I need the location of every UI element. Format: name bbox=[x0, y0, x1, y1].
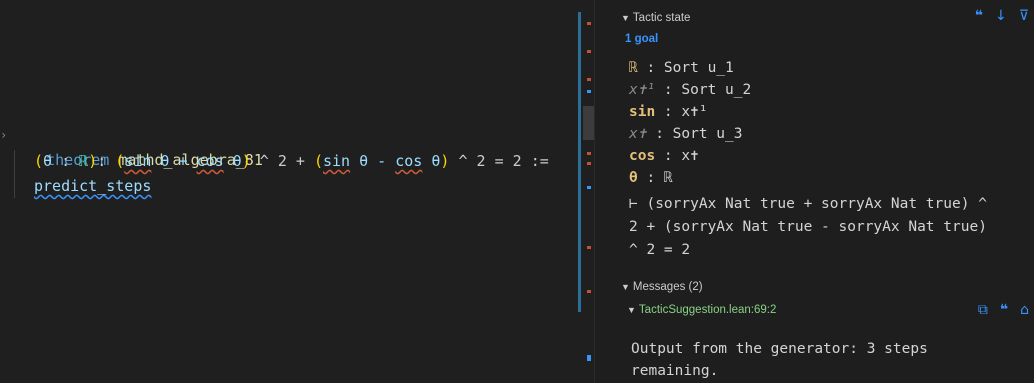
messages-header[interactable]: ▼ Messages (2) bbox=[621, 281, 703, 293]
expr-text: ^ 2 = 2 := bbox=[449, 152, 549, 170]
code-line-tactic[interactable]: predict_steps bbox=[34, 174, 151, 198]
cos-token-error[interactable]: cos bbox=[395, 152, 422, 170]
minimap-error-marker bbox=[587, 22, 591, 25]
minimap[interactable] bbox=[578, 0, 594, 383]
goal-line[interactable]: ⊢ (sorryAx Nat true + sorryAx Nat true) … bbox=[629, 193, 987, 215]
hypothesis-x1[interactable]: x✝¹ : Sort u_2 bbox=[629, 79, 751, 101]
minimap-info-marker bbox=[587, 90, 591, 93]
colon: : bbox=[97, 152, 116, 170]
hyp-name: cos bbox=[629, 148, 656, 164]
minimap-error-marker bbox=[587, 246, 591, 249]
minimap-info-marker bbox=[587, 186, 591, 189]
tactic-state-header[interactable]: ▼ Tactic state bbox=[621, 12, 690, 24]
hyp-type: : ℝ bbox=[637, 170, 673, 186]
hypothesis-cos[interactable]: cos : x✝ bbox=[629, 145, 699, 167]
hyp-type: : x✝ bbox=[655, 148, 699, 164]
code-line-statement[interactable]: (θ : ℝ): (sin θ + cos θ) ^ 2 + (sin θ - … bbox=[34, 149, 549, 173]
hypothesis-x[interactable]: x✝ : Sort u_3 bbox=[629, 123, 743, 145]
tactic-state-toolbar: ❝ ↓ ⊽ bbox=[975, 8, 1029, 24]
sin-token-error[interactable]: sin bbox=[323, 152, 350, 170]
hyp-type: : Sort u_1 bbox=[637, 60, 734, 76]
hyp-name: ℝ bbox=[629, 60, 638, 76]
message-line: Output from the generator: 3 steps bbox=[631, 341, 928, 357]
home-icon[interactable]: ⌂ bbox=[1020, 302, 1029, 318]
messages-label: Messages (2) bbox=[632, 281, 703, 293]
expr-text: θ + bbox=[151, 152, 197, 170]
expr-text: ^ 2 + bbox=[250, 152, 314, 170]
minimap-info-marker bbox=[587, 355, 591, 361]
tactic-state-label: Tactic state bbox=[632, 12, 691, 24]
message-source-link[interactable]: TacticSuggestion.lean:69:2 bbox=[639, 304, 776, 316]
filter-icon[interactable]: ⊽ bbox=[1019, 8, 1029, 24]
goal-count: 1 goal bbox=[625, 33, 659, 45]
real-type: ℝ bbox=[79, 152, 89, 170]
theta-var: θ bbox=[43, 152, 53, 170]
hypothesis-real[interactable]: ℝ : Sort u_1 bbox=[629, 57, 734, 79]
sin-token-error[interactable]: sin bbox=[124, 152, 151, 170]
goal-line[interactable]: 2 + (sorryAx Nat true - sorryAx Nat true… bbox=[629, 216, 987, 238]
minimap-change-bar bbox=[578, 12, 581, 312]
code-editor[interactable]: › theorem mathd_algebra_81 (θ : ℝ): (sin… bbox=[0, 0, 594, 383]
arrow-down-icon[interactable]: ↓ bbox=[995, 8, 1007, 24]
colon: : bbox=[52, 152, 80, 170]
message-line: remaining. bbox=[631, 363, 719, 379]
expr-text: θ bbox=[422, 152, 441, 170]
hyp-type: : Sort u_2 bbox=[655, 82, 752, 98]
message-source-header[interactable]: ▼ TacticSuggestion.lean:69:2 bbox=[627, 304, 776, 316]
code-line-theorem[interactable]: theorem mathd_algebra_81 bbox=[10, 124, 263, 169]
copy-icon[interactable]: ⧉ bbox=[978, 302, 988, 318]
expand-triangle-icon: ▼ bbox=[621, 282, 630, 292]
expr-text: θ - bbox=[350, 152, 396, 170]
expand-triangle-icon: ▼ bbox=[627, 305, 636, 315]
goal-line[interactable]: ^ 2 = 2 bbox=[629, 239, 690, 261]
message-body: Output from the generator: 3 steps remai… bbox=[631, 338, 928, 382]
minimap-slider[interactable] bbox=[583, 106, 594, 140]
expand-triangle-icon: ▼ bbox=[621, 13, 630, 23]
fold-chevron-icon[interactable]: › bbox=[0, 128, 7, 142]
hypothesis-theta[interactable]: θ : ℝ bbox=[629, 167, 673, 189]
paren: ) bbox=[88, 152, 98, 170]
hyp-name: x✝ bbox=[629, 126, 647, 142]
minimap-error-marker bbox=[587, 50, 591, 53]
paren: ( bbox=[34, 152, 44, 170]
expr-text: θ bbox=[223, 152, 242, 170]
minimap-error-marker bbox=[587, 290, 591, 293]
predict-steps-tactic[interactable]: predict_steps bbox=[34, 177, 151, 195]
minimap-error-marker bbox=[587, 162, 591, 165]
hyp-name: θ bbox=[629, 170, 638, 186]
paren: ) bbox=[241, 152, 251, 170]
hypothesis-sin[interactable]: sin : x✝¹ bbox=[629, 101, 708, 123]
hyp-name: sin bbox=[629, 104, 656, 120]
hyp-type: : x✝¹ bbox=[655, 104, 708, 120]
minimap-error-marker bbox=[587, 78, 591, 81]
quote-icon[interactable]: ❝ bbox=[975, 8, 983, 24]
hyp-type: : Sort u_3 bbox=[646, 126, 743, 142]
hyp-name: x✝¹ bbox=[629, 82, 656, 98]
paren: ( bbox=[115, 152, 125, 170]
cos-token-error[interactable]: cos bbox=[197, 152, 224, 170]
minimap-error-marker bbox=[587, 152, 591, 155]
lean-infoview: ▼ Tactic state ❝ ↓ ⊽ 1 goal ℝ : Sort u_1 … bbox=[594, 0, 1034, 383]
message-toolbar: ⧉ ❝ ⌂ bbox=[978, 302, 1029, 318]
quote-icon[interactable]: ❝ bbox=[1000, 302, 1008, 318]
paren: ( bbox=[313, 152, 323, 170]
